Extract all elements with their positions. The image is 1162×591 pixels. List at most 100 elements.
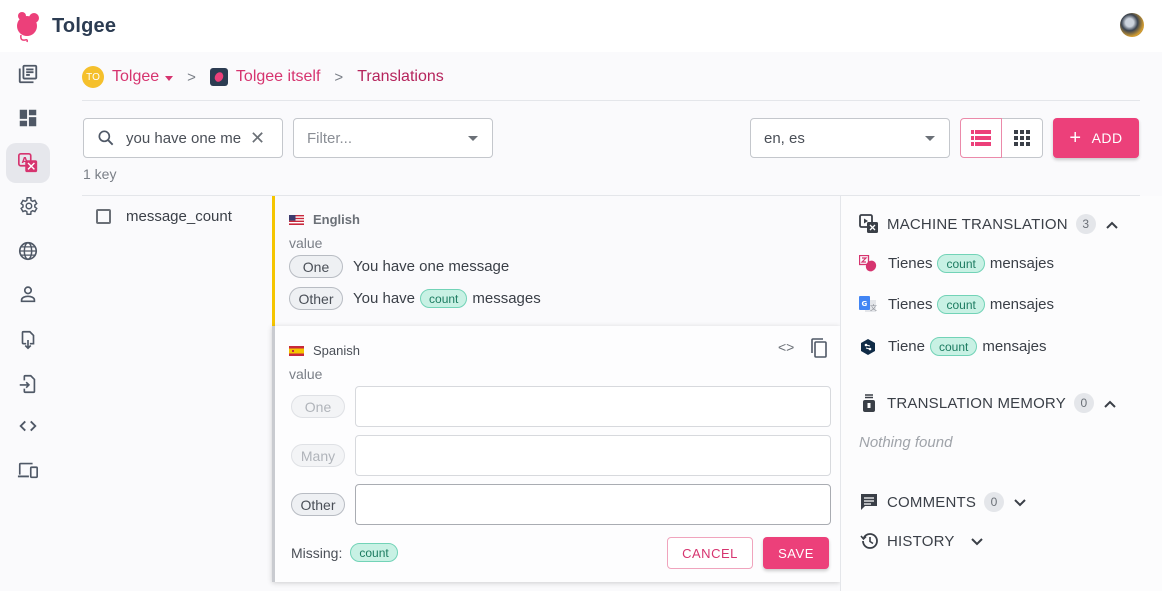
sidebar: A [0, 52, 56, 591]
search-value[interactable]: you have one me [126, 130, 244, 147]
tolgee-logo[interactable]: Tolgee [14, 9, 116, 43]
translation-text: messages [472, 290, 541, 307]
org-dropdown-icon[interactable] [165, 75, 174, 81]
filter-select[interactable]: Filter... [293, 118, 493, 158]
spanish-translation-editor: Spanish <> value One Many Other Missing:… [272, 326, 840, 582]
language-name: Spanish [313, 343, 360, 358]
code-view-icon[interactable]: <> [778, 339, 794, 355]
language-name: English [313, 212, 360, 227]
view-toggle [960, 118, 1043, 158]
plural-form-row: One You have one message [289, 255, 509, 278]
section-title: MACHINE TRANSLATION [887, 215, 1068, 233]
clear-search-icon[interactable]: ✕ [250, 128, 265, 149]
mt-suggestion[interactable]: Tiene count mensajes [859, 337, 1047, 356]
chevron-down-icon[interactable] [970, 534, 991, 549]
count-badge: 0 [984, 492, 1005, 512]
plus-icon: + [1069, 126, 1082, 149]
sidebar-item-projects[interactable] [6, 54, 50, 94]
plural-input-many[interactable] [355, 435, 831, 476]
copy-icon[interactable] [810, 338, 828, 358]
sidebar-item-languages[interactable] [6, 231, 50, 271]
sidebar-item-translations[interactable]: A [6, 143, 50, 183]
translation-text: You have [353, 290, 416, 307]
sidebar-item-import[interactable] [6, 364, 50, 404]
suggestion-text: Tienes [888, 255, 933, 272]
gear-icon [20, 197, 38, 215]
tolgee-ai-icon [859, 254, 877, 271]
globe-icon [18, 241, 38, 261]
sidebar-item-dashboard[interactable] [6, 98, 50, 138]
breadcrumb-separator-icon: > [334, 68, 344, 86]
sidebar-item-export[interactable] [6, 320, 50, 360]
count-badge: 3 [1075, 214, 1096, 234]
plural-input-one[interactable] [355, 386, 831, 427]
comments-header[interactable]: COMMENTS 0 [859, 492, 1034, 512]
plural-form-chip: Other [291, 493, 345, 516]
breadcrumb-org[interactable]: Tolgee [112, 68, 159, 86]
suggestion-text: Tiene [888, 338, 925, 355]
translations-icon: A [18, 153, 38, 173]
user-avatar[interactable] [1120, 13, 1144, 37]
key-count: 1 key [83, 166, 117, 182]
grid-view-icon [1013, 130, 1030, 146]
section-title: HISTORY [887, 532, 955, 550]
language-header: Spanish [289, 343, 360, 358]
add-key-button[interactable]: + ADD [1053, 118, 1139, 158]
languages-value: en, es [764, 129, 805, 147]
search-icon [98, 130, 114, 146]
chevron-up-icon[interactable] [1106, 217, 1126, 232]
count-badge: 0 [1073, 393, 1094, 413]
translation-text: You have one message [353, 258, 510, 275]
plural-input-other[interactable] [355, 484, 831, 525]
value-label: value [289, 235, 323, 251]
sidebar-item-members[interactable] [6, 274, 50, 314]
sidebar-item-settings[interactable] [6, 186, 50, 226]
breadcrumb-project[interactable]: Tolgee itself [236, 68, 321, 86]
project-icon [209, 68, 228, 86]
projects-icon [18, 64, 38, 84]
divider [82, 100, 1140, 101]
file-import-icon [19, 374, 36, 394]
dropdown-arrow-icon [468, 136, 478, 141]
param-placeholder[interactable]: count [350, 543, 398, 562]
param-placeholder: count [420, 289, 468, 308]
param-placeholder: count [937, 295, 985, 314]
breadcrumb-current[interactable]: Translations [357, 68, 444, 86]
breadcrumb-separator-icon: > [187, 68, 196, 86]
tools-panel: MACHINE TRANSLATION 3 Tienes count mensa… [840, 196, 1162, 591]
history-header[interactable]: HISTORY [859, 531, 991, 551]
languages-select[interactable]: en, es [750, 118, 950, 158]
english-translation-cell[interactable]: English value One You have one message O… [272, 196, 840, 326]
key-name[interactable]: message_count [126, 208, 232, 225]
svg-text:G: G [862, 300, 868, 308]
plural-form-chip: Many [291, 444, 345, 467]
suggestion-text: Tienes [888, 296, 933, 313]
missing-label: Missing: [291, 544, 343, 561]
mt-suggestion[interactable]: G文 Tienes count mensajes [859, 295, 1054, 314]
top-bar: Tolgee [0, 0, 1162, 52]
chevron-up-icon[interactable] [1104, 396, 1124, 411]
language-header: English [289, 212, 360, 227]
key-checkbox[interactable] [96, 209, 111, 224]
translation-memory-header[interactable]: TRANSLATION MEMORY 0 [859, 393, 1124, 413]
sidebar-item-developer[interactable] [6, 406, 50, 446]
chevron-down-icon[interactable] [1014, 495, 1034, 510]
cancel-button[interactable]: CANCEL [667, 537, 753, 569]
mt-suggestion[interactable]: Tienes count mensajes [859, 254, 1054, 273]
table-view-button[interactable] [1001, 118, 1043, 158]
breadcrumb: TO Tolgee > Tolgee itself > Translations [82, 64, 444, 90]
search-input[interactable]: you have one me ✕ [83, 118, 283, 158]
save-button[interactable]: SAVE [763, 537, 829, 569]
add-label: ADD [1091, 130, 1123, 146]
plural-form-row: Other You have count messages [289, 287, 541, 310]
history-icon [860, 533, 878, 549]
empty-state-text: Nothing found [859, 434, 953, 451]
list-view-button[interactable] [960, 118, 1002, 158]
machine-translation-header[interactable]: MACHINE TRANSLATION 3 [859, 214, 1126, 234]
sidebar-item-integrate[interactable] [6, 450, 50, 490]
param-placeholder: count [937, 254, 985, 273]
comment-icon [861, 494, 877, 510]
value-label: value [289, 366, 323, 382]
svg-text:文: 文 [870, 303, 877, 312]
missing-params: Missing: count [291, 543, 403, 562]
